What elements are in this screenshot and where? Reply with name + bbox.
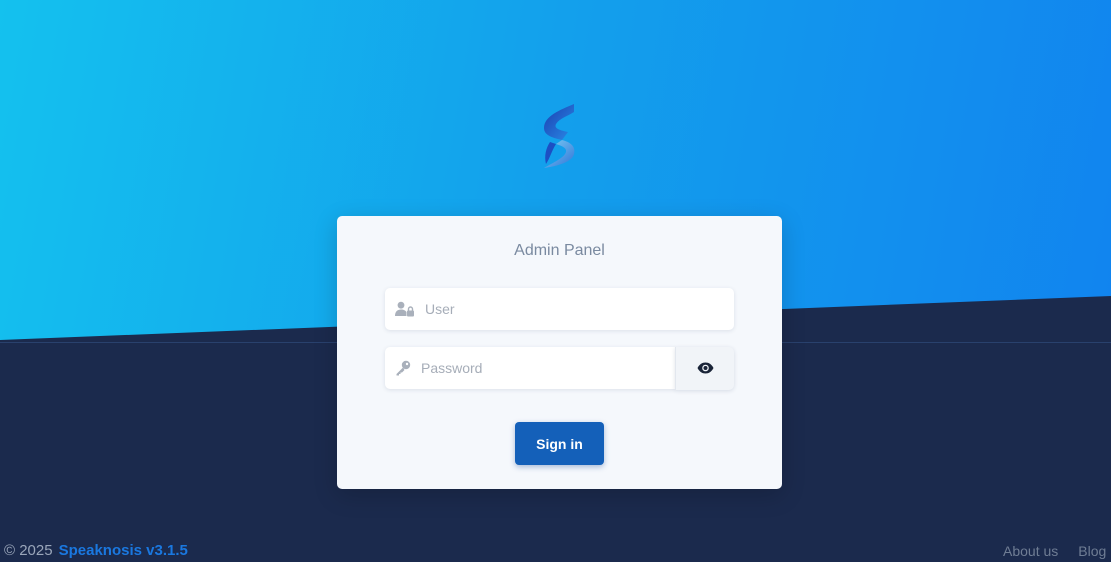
key-icon xyxy=(385,347,421,389)
user-input[interactable] xyxy=(425,288,734,330)
password-field xyxy=(385,347,675,389)
footer-links: About us Blog xyxy=(1003,543,1111,559)
card-title: Admin Panel xyxy=(514,242,605,259)
speaknosis-logo xyxy=(544,104,575,168)
user-lock-icon xyxy=(385,288,425,330)
blog-link[interactable]: Blog xyxy=(1078,543,1106,559)
toggle-password-button[interactable] xyxy=(675,347,734,390)
copyright-text: © 2025 xyxy=(4,542,53,559)
sign-in-button[interactable]: Sign in xyxy=(515,422,604,465)
about-us-link[interactable]: About us xyxy=(1003,543,1058,559)
user-field xyxy=(385,288,734,330)
login-card: Admin Panel User Sign in xyxy=(337,216,782,489)
password-input[interactable] xyxy=(421,347,675,389)
footer-copyright: © 2025 Speaknosis v3.1.5 xyxy=(4,542,188,559)
eye-icon xyxy=(697,359,714,378)
brand-link[interactable]: Speaknosis v3.1.5 xyxy=(59,542,188,559)
